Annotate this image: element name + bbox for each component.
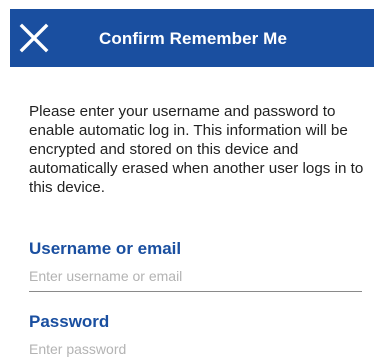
intro-text: Please enter your username and password …	[29, 103, 364, 196]
password-input[interactable]	[29, 337, 362, 361]
username-underline	[29, 291, 362, 292]
page-title: Confirm Remember Me	[99, 29, 287, 48]
close-button[interactable]	[19, 23, 49, 53]
password-label: Password	[29, 312, 110, 331]
username-input[interactable]	[29, 264, 362, 288]
username-label: Username or email	[29, 239, 182, 258]
header-bar: Confirm Remember Me	[10, 9, 374, 67]
close-icon[interactable]	[19, 23, 49, 53]
confirm-remember-me-screen: Confirm Remember Me Please enter your us…	[0, 0, 374, 362]
